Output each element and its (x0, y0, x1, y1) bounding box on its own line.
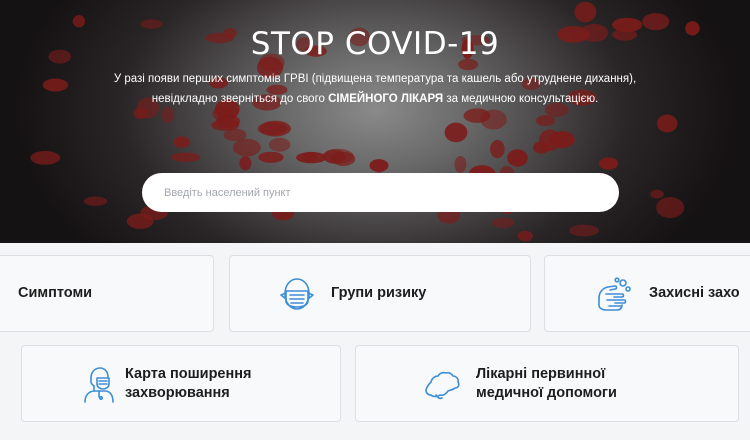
virus-spike (535, 115, 556, 127)
face-mask-icon (280, 277, 314, 310)
card-clinics[interactable]: Лікарні первинної медичної допомоги (355, 345, 739, 422)
card-protection-label: Захисні захо (649, 285, 740, 301)
virus-spike (650, 189, 664, 199)
settlement-search-input[interactable]: Введіть населений пункт (142, 173, 619, 212)
card-clinics-label: Лікарні первинної медичної допомоги (476, 365, 617, 401)
virus-spike (173, 136, 191, 148)
family-doctor-emphasis: СІМЕЙНОГО ЛІКАРЯ (328, 93, 444, 105)
virus-spike (268, 137, 291, 152)
virus-spike (490, 140, 505, 159)
virus-spike (302, 152, 317, 163)
virus-spike (492, 217, 515, 229)
card-symptoms[interactable]: Симптоми (0, 255, 214, 332)
virus-spike (517, 230, 533, 242)
virus-spike (656, 197, 685, 219)
virus-spike (239, 156, 252, 171)
virus-spike (30, 151, 61, 165)
virus-spike (656, 114, 678, 133)
virus-spike (161, 106, 174, 124)
hero-banner: STOP COVID-19 У разі появи перших симпто… (0, 0, 750, 243)
ukraine-map-icon (425, 371, 460, 399)
virus-spike (454, 156, 467, 173)
virus-spike (233, 138, 261, 157)
virus-spike (126, 213, 154, 229)
search-placeholder: Введіть населений пункт (164, 186, 291, 199)
virus-spike (170, 152, 201, 162)
virus-spike (574, 1, 597, 23)
card-symptoms-label: Симптоми (18, 285, 93, 301)
card-risk-groups[interactable]: Групи ризику (229, 255, 531, 332)
page-title: STOP COVID-19 (250, 26, 500, 62)
card-spread-map-label: Карта поширення захворювання (125, 365, 252, 401)
hero-subtitle: У разі появи перших симптомів ГРВІ (підв… (113, 73, 637, 105)
virus-spike (323, 149, 346, 164)
hand-washing-icon (598, 276, 631, 311)
virus-spike (258, 151, 284, 163)
virus-spike (507, 149, 528, 167)
virus-spike (480, 109, 507, 130)
virus-spike (444, 122, 468, 143)
card-risk-groups-label: Групи ризику (331, 285, 427, 301)
card-protection[interactable]: Захисні захо (544, 255, 750, 332)
virus-spike (598, 157, 619, 170)
virus-spike (539, 129, 561, 152)
virus-spike (369, 159, 389, 172)
virus-spike (257, 122, 288, 136)
card-spread-map[interactable]: Карта поширення захворювання (21, 345, 341, 422)
person-mask-icon (84, 366, 114, 403)
virus-spike (211, 119, 239, 131)
virus-spike (569, 224, 599, 237)
virus-spike (42, 78, 69, 92)
virus-spike (83, 196, 108, 206)
